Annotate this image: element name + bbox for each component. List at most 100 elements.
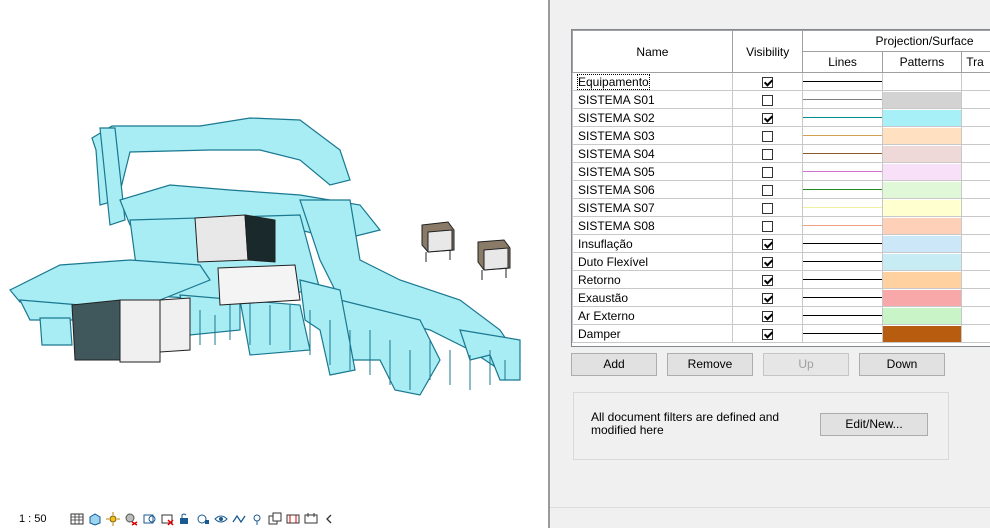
lines-override-cell[interactable] (802, 162, 883, 181)
lines-override-cell[interactable] (802, 252, 883, 271)
view-properties-icon[interactable] (303, 511, 319, 527)
remove-button[interactable]: Remove (667, 353, 753, 376)
up-button[interactable]: Up (763, 353, 849, 376)
column-header-name[interactable]: Name (572, 30, 733, 73)
filter-row[interactable]: Exaustão (572, 288, 990, 307)
down-button[interactable]: Down (859, 353, 945, 376)
filter-row[interactable]: SISTEMA S06 (572, 180, 990, 199)
reveal-hidden-icon[interactable] (213, 511, 229, 527)
visibility-checkbox[interactable] (762, 148, 774, 160)
filter-row[interactable]: Duto Flexível (572, 252, 990, 271)
visibility-checkbox[interactable] (762, 238, 774, 250)
lines-override-cell[interactable] (802, 90, 883, 109)
visibility-checkbox[interactable] (762, 184, 774, 196)
transparency-cell[interactable] (961, 108, 990, 127)
transparency-cell[interactable] (961, 144, 990, 163)
filter-name-cell[interactable]: Retorno (572, 270, 733, 289)
transparency-cell[interactable] (961, 180, 990, 199)
filter-row[interactable]: Ar Externo (572, 306, 990, 325)
column-header-visibility[interactable]: Visibility (731, 30, 804, 73)
patterns-override-cell[interactable] (881, 234, 963, 253)
patterns-override-cell[interactable] (881, 180, 963, 199)
transparency-cell[interactable] (961, 162, 990, 181)
add-button[interactable]: Add (571, 353, 657, 376)
filter-row[interactable]: SISTEMA S04 (572, 144, 990, 163)
lines-override-cell[interactable] (802, 270, 883, 289)
filter-name-cell[interactable]: Insuflação (572, 234, 733, 253)
transparency-cell[interactable] (961, 216, 990, 235)
visibility-checkbox[interactable] (762, 220, 774, 232)
patterns-override-cell[interactable] (881, 288, 963, 307)
filter-row[interactable]: SISTEMA S02 (572, 108, 990, 127)
filter-row[interactable]: Damper (572, 324, 990, 343)
collapse-arrow-icon[interactable] (321, 511, 337, 527)
filter-name-cell[interactable]: SISTEMA S04 (572, 144, 733, 163)
patterns-override-cell[interactable] (881, 198, 963, 217)
visibility-checkbox[interactable] (762, 76, 774, 88)
filter-name-cell[interactable]: SISTEMA S02 (572, 108, 733, 127)
transparency-cell[interactable] (961, 126, 990, 145)
visibility-checkbox[interactable] (762, 274, 774, 286)
patterns-override-cell[interactable] (881, 216, 963, 235)
filter-row[interactable]: SISTEMA S08 (572, 216, 990, 235)
worksharing-icon[interactable] (267, 511, 283, 527)
lines-override-cell[interactable] (802, 126, 883, 145)
lines-override-cell[interactable] (802, 144, 883, 163)
highlight-displacement-icon[interactable] (249, 511, 265, 527)
filter-row[interactable]: Retorno (572, 270, 990, 289)
patterns-override-cell[interactable] (881, 72, 963, 91)
edit-new-button[interactable]: Edit/New... (820, 413, 928, 436)
filter-name-cell[interactable]: SISTEMA S07 (572, 198, 733, 217)
lines-override-cell[interactable] (802, 216, 883, 235)
3d-view-canvas[interactable]: 1 : 50 (0, 0, 548, 528)
detail-level-icon[interactable] (69, 511, 85, 527)
filter-name-cell[interactable]: SISTEMA S01 (572, 90, 733, 109)
lines-override-cell[interactable] (802, 180, 883, 199)
sun-path-icon[interactable] (105, 511, 121, 527)
visibility-checkbox[interactable] (762, 130, 774, 142)
temporary-hide-icon[interactable] (195, 511, 211, 527)
filter-name-cell[interactable]: Exaustão (572, 288, 733, 307)
visibility-checkbox[interactable] (762, 328, 774, 340)
filter-name-cell[interactable]: Ar Externo (572, 306, 733, 325)
filter-row[interactable]: SISTEMA S03 (572, 126, 990, 145)
patterns-override-cell[interactable] (881, 270, 963, 289)
crop-view-icon[interactable] (141, 511, 157, 527)
reveal-constraints-icon[interactable] (285, 511, 301, 527)
transparency-cell[interactable] (961, 90, 990, 109)
analytical-model-icon[interactable] (231, 511, 247, 527)
patterns-override-cell[interactable] (881, 108, 963, 127)
unlock-3d-icon[interactable] (177, 511, 193, 527)
patterns-override-cell[interactable] (881, 324, 963, 343)
transparency-cell[interactable] (961, 270, 990, 289)
filter-row[interactable]: SISTEMA S01 (572, 90, 990, 109)
visual-style-icon[interactable] (87, 511, 103, 527)
transparency-cell[interactable] (961, 324, 990, 343)
filter-row[interactable]: SISTEMA S05 (572, 162, 990, 181)
filter-name-cell[interactable]: SISTEMA S06 (572, 180, 733, 199)
transparency-cell[interactable] (961, 198, 990, 217)
patterns-override-cell[interactable] (881, 90, 963, 109)
patterns-override-cell[interactable] (881, 144, 963, 163)
lines-override-cell[interactable] (802, 108, 883, 127)
filter-row[interactable]: SISTEMA S07 (572, 198, 990, 217)
hvac-3d-model[interactable] (0, 0, 548, 510)
shadows-icon[interactable] (123, 511, 139, 527)
filter-row[interactable]: Insuflação (572, 234, 990, 253)
patterns-override-cell[interactable] (881, 162, 963, 181)
visibility-checkbox[interactable] (762, 310, 774, 322)
patterns-override-cell[interactable] (881, 306, 963, 325)
filter-name-cell[interactable]: SISTEMA S03 (572, 126, 733, 145)
lines-override-cell[interactable] (802, 72, 883, 91)
lines-override-cell[interactable] (802, 324, 883, 343)
visibility-checkbox[interactable] (762, 166, 774, 178)
filter-row[interactable]: Equipamento (572, 72, 990, 91)
transparency-cell[interactable] (961, 72, 990, 91)
lines-override-cell[interactable] (802, 306, 883, 325)
visibility-checkbox[interactable] (762, 292, 774, 304)
transparency-cell[interactable] (961, 234, 990, 253)
visibility-checkbox[interactable] (762, 256, 774, 268)
view-scale[interactable]: 1 : 50 (19, 513, 69, 525)
transparency-cell[interactable] (961, 306, 990, 325)
lines-override-cell[interactable] (802, 198, 883, 217)
